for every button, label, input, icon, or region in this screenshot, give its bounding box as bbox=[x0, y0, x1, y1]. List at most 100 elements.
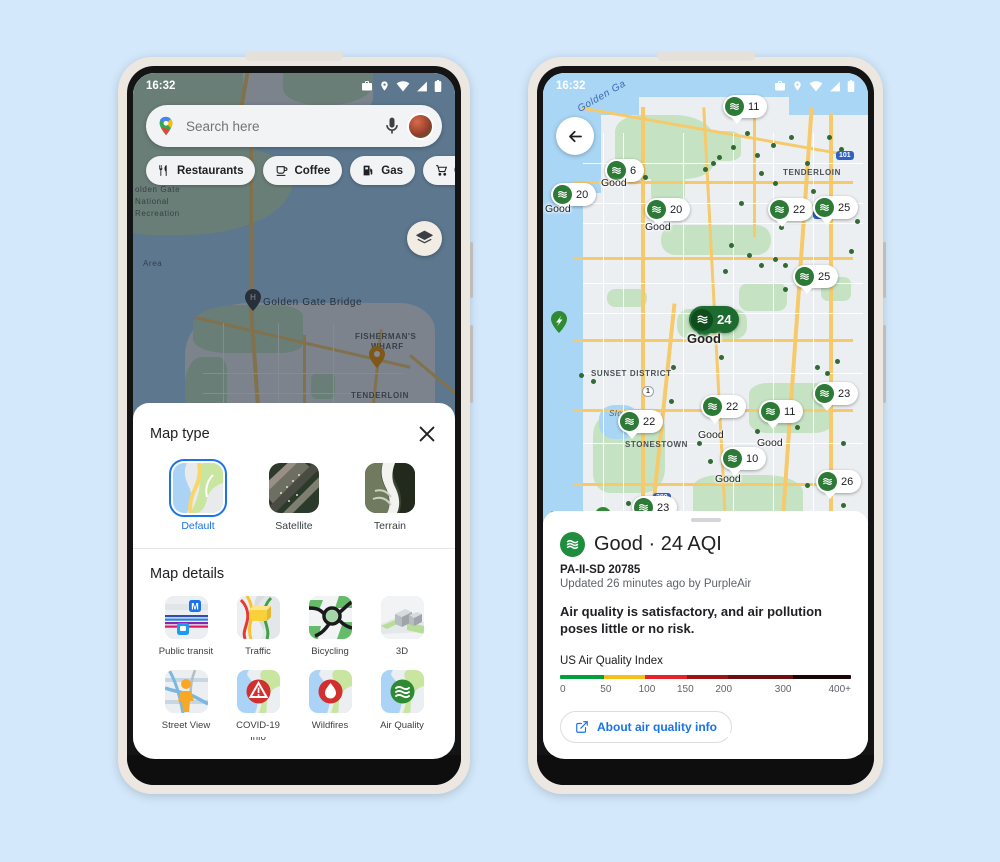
air-quality-icon bbox=[818, 472, 837, 491]
scale-segment-unhealthy bbox=[686, 674, 729, 679]
map-type-default[interactable]: Default bbox=[150, 459, 246, 532]
battery-icon bbox=[847, 80, 855, 92]
aqi-value: 22 bbox=[726, 400, 739, 413]
chip-label: Coffee bbox=[294, 164, 331, 177]
scale-tick: 300 bbox=[774, 683, 792, 695]
map-type-terrain[interactable]: Terrain bbox=[342, 463, 438, 532]
briefcase-icon bbox=[775, 81, 785, 91]
aqi-good-label: Good bbox=[715, 473, 741, 485]
sheet-grabber[interactable] bbox=[690, 518, 721, 522]
highway-shield-1: 1 bbox=[642, 386, 654, 397]
phone-device-right: 101 280 280 1 Golden Ga TENDER bbox=[528, 51, 886, 794]
restaurant-icon bbox=[159, 165, 167, 176]
chip-label: Restaurants bbox=[177, 164, 244, 177]
search-input[interactable]: Search here bbox=[186, 119, 382, 134]
back-button[interactable] bbox=[556, 117, 594, 155]
scale-tick: 150 bbox=[676, 683, 694, 695]
search-bar[interactable]: Search here bbox=[146, 105, 442, 147]
map-detail-bicycling[interactable]: Bicycling bbox=[294, 596, 366, 658]
aqi-scale-ticks: 0 50 100 150 200 300 400+ bbox=[560, 684, 851, 695]
volume-button-right[interactable] bbox=[883, 242, 886, 298]
power-button-left[interactable] bbox=[470, 325, 473, 403]
phone-bezel-left: Tiburon olden Gate National Recreation A… bbox=[127, 66, 461, 785]
aqi-good-label: Good bbox=[601, 177, 627, 189]
map-detail-traffic[interactable]: Traffic bbox=[222, 596, 294, 658]
map-detail-public-transit[interactable]: M Public transit bbox=[150, 596, 222, 658]
aqi-marker[interactable]: 22 bbox=[768, 198, 814, 227]
gas-pump-icon bbox=[363, 165, 373, 176]
map-detail-label: Wildfires bbox=[311, 719, 349, 731]
home-indicator-right[interactable] bbox=[651, 733, 760, 737]
page-title: Map type bbox=[150, 426, 210, 442]
map-type-label: Terrain bbox=[373, 520, 407, 532]
air-quality-icon bbox=[647, 200, 666, 219]
power-button-right[interactable] bbox=[883, 325, 886, 403]
status-time: 16:32 bbox=[146, 80, 176, 92]
map-type-satellite[interactable]: Satellite bbox=[246, 463, 342, 532]
aqi-good-label: Good bbox=[645, 221, 671, 233]
map-detail-label: Traffic bbox=[245, 646, 271, 657]
map-details-title: Map details bbox=[150, 566, 225, 582]
aqi-marker[interactable]: 20 bbox=[645, 198, 691, 227]
wildfires-icon bbox=[308, 669, 352, 713]
about-air-quality-button[interactable]: About air quality info bbox=[560, 710, 732, 743]
google-maps-pin-icon bbox=[159, 116, 173, 136]
aqi-header: Good · 24 AQI bbox=[560, 531, 851, 557]
park-pin[interactable] bbox=[551, 311, 567, 333]
phone-chin-right bbox=[537, 755, 874, 785]
aqi-scale-bar bbox=[560, 674, 851, 679]
aqi-marker[interactable]: 22 bbox=[618, 410, 664, 439]
home-indicator-left[interactable] bbox=[240, 733, 348, 737]
avatar[interactable] bbox=[407, 112, 434, 140]
air-quality-icon bbox=[380, 669, 424, 713]
map-detail-street-view[interactable]: Street View bbox=[150, 669, 222, 744]
aqi-value: 22 bbox=[793, 203, 806, 216]
close-icon[interactable] bbox=[416, 423, 438, 445]
volume-button-left[interactable] bbox=[470, 242, 473, 298]
back-arrow-icon bbox=[568, 130, 582, 142]
map-type-options: Default Satellite Terrain bbox=[150, 449, 438, 548]
wifi-icon bbox=[809, 80, 823, 91]
map-detail-3d[interactable]: 3D bbox=[366, 596, 438, 658]
covid-info-icon bbox=[236, 669, 280, 713]
scale-segment-good bbox=[560, 674, 604, 679]
aqi-marker[interactable]: 23 bbox=[813, 382, 859, 411]
map-detail-air-quality[interactable]: Air Quality bbox=[366, 669, 438, 744]
external-link-icon bbox=[576, 720, 588, 733]
briefcase-icon bbox=[362, 81, 372, 91]
chip-coffee[interactable]: Coffee bbox=[263, 156, 343, 185]
svg-text:M: M bbox=[191, 602, 199, 612]
coffee-icon bbox=[277, 166, 288, 176]
public-transit-icon: M bbox=[164, 596, 208, 639]
chip-grocery[interactable]: Grocer bbox=[423, 156, 455, 185]
aqi-good-label: Good bbox=[698, 429, 724, 441]
aqi-value: 26 bbox=[841, 475, 854, 488]
phone-device-left: Tiburon olden Gate National Recreation A… bbox=[118, 51, 473, 794]
aqi-marker-selected[interactable]: 24 bbox=[689, 306, 740, 341]
chip-restaurants[interactable]: Restaurants bbox=[146, 156, 256, 185]
aqi-marker[interactable]: 10 bbox=[721, 447, 767, 476]
aqi-marker[interactable]: 25 bbox=[793, 265, 839, 294]
layers-button[interactable] bbox=[407, 221, 442, 256]
air-quality-icon bbox=[761, 402, 780, 421]
highway-shield-101: 101 bbox=[836, 151, 854, 160]
status-bar-right: 16:32 bbox=[543, 73, 868, 99]
aqi-marker[interactable]: 11 bbox=[759, 400, 804, 429]
chip-gas[interactable]: Gas bbox=[350, 156, 415, 185]
map-detail-label: Bicycling bbox=[311, 646, 349, 657]
air-quality-icon bbox=[725, 97, 744, 116]
air-quality-icon bbox=[815, 198, 834, 217]
air-quality-icon bbox=[620, 412, 639, 431]
aqi-value: 22 bbox=[643, 415, 656, 428]
aqi-marker[interactable]: 22 bbox=[701, 395, 747, 424]
aqi-marker[interactable]: 25 bbox=[813, 196, 859, 225]
aqi-value: 25 bbox=[818, 270, 831, 283]
scale-tick: 0 bbox=[560, 683, 566, 695]
microphone-icon[interactable] bbox=[382, 116, 402, 136]
map-detail-label: Public transit bbox=[158, 646, 214, 657]
air-quality-icon bbox=[560, 531, 585, 557]
scale-title: US Air Quality Index bbox=[560, 654, 663, 667]
aqi-marker[interactable]: 26 bbox=[816, 470, 862, 499]
aqi-value: 11 bbox=[784, 405, 796, 418]
camera-nub-right bbox=[656, 51, 755, 61]
